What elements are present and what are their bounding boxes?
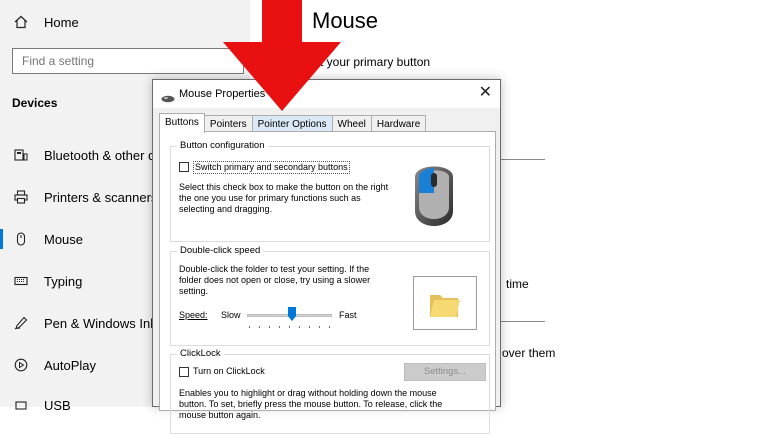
fast-label: Fast	[339, 310, 357, 320]
slider-tick	[299, 326, 300, 328]
mouse-illustration-icon	[409, 159, 459, 240]
folder-icon	[428, 289, 462, 324]
slider-tick	[279, 326, 280, 328]
divider	[498, 321, 545, 322]
sidebar-item-label: USB	[44, 397, 71, 413]
switch-buttons-label[interactable]: Switch primary and secondary buttons	[193, 161, 350, 174]
sidebar-item-printers[interactable]: Printers & scanners	[12, 188, 157, 206]
clicklock-description: Enables you to highlight or drag without…	[179, 388, 443, 420]
bluetooth-icon	[12, 146, 30, 164]
search-box[interactable]	[12, 48, 261, 74]
clicklock-settings-button[interactable]: Settings...	[404, 363, 486, 381]
sidebar-item-label: Printers & scanners	[44, 189, 158, 205]
group-legend: Button configuration	[177, 140, 268, 151]
group-legend: Double-click speed	[177, 245, 264, 256]
slider-tick	[289, 326, 290, 328]
section-heading: Devices	[12, 96, 58, 110]
switch-buttons-checkbox[interactable]	[179, 162, 189, 172]
autoplay-icon	[12, 356, 30, 374]
sidebar-item-bluetooth[interactable]: Bluetooth & other de	[12, 146, 163, 164]
slider-tick	[309, 326, 310, 328]
button-configuration-group: Button configuration Switch primary and …	[170, 140, 490, 242]
tab-buttons[interactable]: Buttons	[159, 113, 205, 133]
close-icon[interactable]: ✕	[479, 85, 492, 101]
sidebar-item-typing[interactable]: Typing	[12, 272, 82, 290]
sidebar-item-label: Bluetooth & other de	[44, 147, 163, 163]
double-click-speed-group: Double-click speed Double-click the fold…	[170, 245, 490, 346]
sidebar-item-label: Pen & Windows Ink	[44, 315, 157, 331]
usb-icon	[12, 396, 30, 414]
over-them-text: over them	[502, 346, 556, 360]
clicklock-label[interactable]: Turn on ClickLock	[193, 366, 265, 377]
test-folder-box[interactable]	[413, 276, 477, 330]
mouse-icon	[12, 230, 30, 248]
double-click-description: Double-click the folder to test your set…	[179, 264, 371, 296]
group-legend: ClickLock	[177, 348, 224, 359]
slider-tick	[269, 326, 270, 328]
buttons-tab-panel: Button configuration Switch primary and …	[159, 131, 496, 434]
pen-icon	[12, 314, 30, 332]
speed-slider-thumb[interactable]	[288, 307, 296, 321]
slider-tick	[319, 326, 320, 328]
sidebar-item-pen[interactable]: Pen & Windows Ink	[12, 314, 157, 332]
keyboard-icon	[12, 272, 30, 290]
divider	[498, 159, 545, 160]
clicklock-group: ClickLock Turn on ClickLock Settings... …	[170, 348, 490, 434]
sidebar-item-label: AutoPlay	[44, 357, 97, 373]
sidebar-home[interactable]: Home	[12, 13, 79, 31]
slider-tick	[249, 326, 250, 328]
mouse-properties-dialog: Mouse Properties ✕ Buttons Pointers Poin…	[152, 79, 501, 434]
sidebar-item-autoplay[interactable]: AutoPlay	[12, 356, 96, 374]
time-text: time	[506, 277, 529, 291]
sidebar-item-usb[interactable]: USB	[12, 396, 71, 414]
home-icon	[12, 13, 30, 31]
sidebar-item-label: Mouse	[44, 231, 84, 247]
mouse-icon	[161, 90, 175, 108]
sidebar-item-mouse[interactable]: Mouse	[12, 230, 83, 248]
button-config-description: Select this check box to make the button…	[179, 182, 389, 214]
clicklock-checkbox[interactable]	[179, 367, 189, 377]
slider-tick	[259, 326, 260, 328]
printer-icon	[12, 188, 30, 206]
sidebar-home-label: Home	[44, 14, 79, 30]
sidebar-item-label: Typing	[44, 273, 83, 289]
slow-label: Slow	[221, 310, 241, 320]
speed-label: Speed:	[179, 310, 208, 320]
red-arrow-annotation	[223, 0, 341, 111]
slider-tick	[329, 326, 330, 328]
active-indicator	[0, 229, 3, 249]
